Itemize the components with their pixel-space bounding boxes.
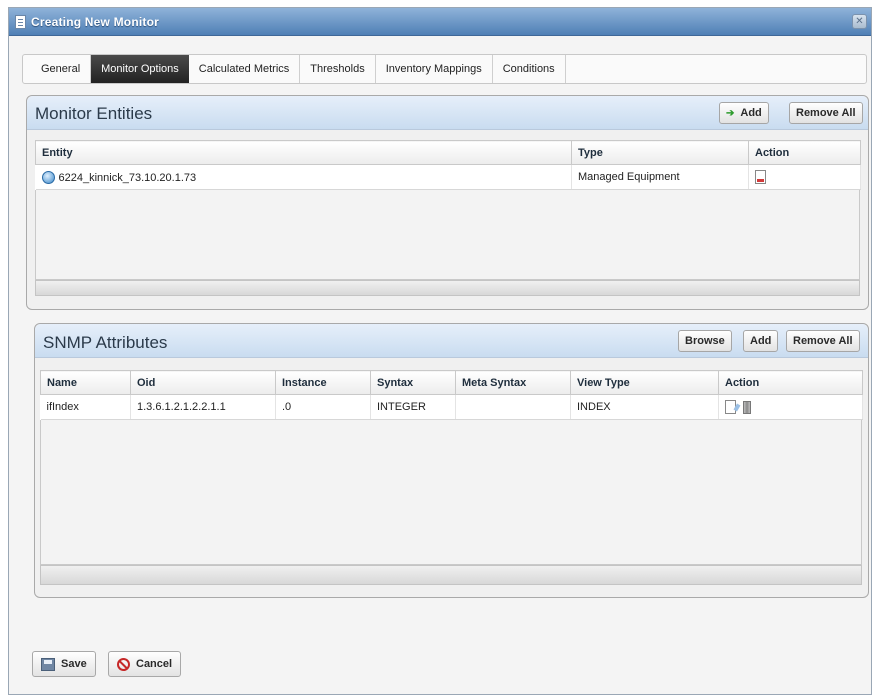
floppy-disk-icon	[41, 657, 55, 671]
edit-document-icon[interactable]	[725, 400, 736, 414]
delete-document-icon[interactable]	[755, 170, 766, 184]
creating-new-monitor-dialog: Creating New Monitor ✕ General Monitor O…	[8, 7, 872, 695]
snmp-attributes-header: SNMP Attributes Browse Add Remove All	[35, 324, 868, 358]
table-row[interactable]: ifIndex 1.3.6.1.2.1.2.2.1.1 .0 INTEGER I…	[40, 394, 863, 420]
network-device-icon	[41, 170, 55, 184]
tab-bar: General Monitor Options Calculated Metri…	[22, 54, 867, 84]
dialog-title: Creating New Monitor	[31, 14, 160, 29]
entities-empty-area	[35, 190, 860, 280]
column-header-oid[interactable]: Oid	[130, 370, 276, 395]
close-icon[interactable]: ✕	[852, 14, 867, 29]
entities-horizontal-scrollbar[interactable]	[35, 280, 860, 296]
entity-cell: 6224_kinnick_73.10.20.1.73	[35, 164, 572, 190]
column-header-view-type[interactable]: View Type	[570, 370, 719, 395]
snmp-attributes-title: SNMP Attributes	[43, 333, 168, 352]
column-header-name[interactable]: Name	[40, 370, 131, 395]
column-header-syntax[interactable]: Syntax	[370, 370, 456, 395]
remove-all-attributes-button[interactable]: Remove All	[786, 330, 860, 352]
document-icon	[15, 14, 26, 29]
attribute-instance: .0	[275, 394, 371, 420]
tab-inventory-mappings[interactable]: Inventory Mappings	[376, 55, 493, 83]
column-header-instance[interactable]: Instance	[275, 370, 371, 395]
table-row[interactable]: 6224_kinnick_73.10.20.1.73 Managed Equip…	[35, 164, 861, 190]
cancel-circle-icon	[117, 657, 130, 671]
attribute-meta-syntax	[455, 394, 571, 420]
column-header-entity[interactable]: Entity	[35, 140, 572, 165]
add-icon: ➔	[726, 107, 735, 119]
attribute-name: ifIndex	[40, 394, 131, 420]
entity-type: Managed Equipment	[571, 164, 749, 190]
attribute-action-cell	[718, 394, 863, 420]
attribute-oid: 1.3.6.1.2.1.2.2.1.1	[130, 394, 276, 420]
browse-button[interactable]: Browse	[678, 330, 732, 352]
entity-action-cell	[748, 164, 861, 190]
save-button[interactable]: Save	[32, 651, 96, 677]
attribute-view-type: INDEX	[570, 394, 719, 420]
snmp-table-header: Name Oid Instance Syntax Meta Syntax Vie…	[40, 370, 863, 395]
tab-conditions[interactable]: Conditions	[493, 55, 566, 83]
column-header-meta-syntax[interactable]: Meta Syntax	[455, 370, 571, 395]
entities-table-header: Entity Type Action	[35, 140, 861, 165]
tab-general[interactable]: General	[31, 55, 92, 83]
tab-calculated-metrics[interactable]: Calculated Metrics	[189, 55, 301, 83]
trash-icon[interactable]	[743, 400, 752, 414]
cancel-button[interactable]: Cancel	[108, 651, 182, 677]
column-header-type[interactable]: Type	[571, 140, 749, 165]
entities-table: Entity Type Action 6224_kinnick_73.10.20…	[35, 140, 861, 190]
snmp-attributes-table: Name Oid Instance Syntax Meta Syntax Vie…	[40, 370, 863, 420]
add-entity-button[interactable]: ➔ Add	[719, 102, 769, 124]
column-header-action[interactable]: Action	[748, 140, 861, 165]
monitor-entities-panel: Monitor Entities ➔ Add Remove All Entity…	[26, 95, 869, 310]
save-label: Save	[61, 658, 87, 670]
tab-thresholds[interactable]: Thresholds	[300, 55, 376, 83]
monitor-entities-title: Monitor Entities	[35, 104, 153, 123]
snmp-attributes-panel: SNMP Attributes Browse Add Remove All Na…	[34, 323, 869, 598]
monitor-entities-header: Monitor Entities ➔ Add Remove All	[27, 96, 868, 130]
attribute-syntax: INTEGER	[370, 394, 456, 420]
snmp-empty-area	[40, 420, 862, 565]
entity-name: 6224_kinnick_73.10.20.1.73	[58, 171, 197, 184]
add-attribute-button[interactable]: Add	[743, 330, 779, 352]
remove-all-entities-button[interactable]: Remove All	[789, 102, 863, 124]
add-entity-label: Add	[740, 107, 762, 119]
dialog-titlebar[interactable]: Creating New Monitor ✕	[9, 8, 871, 36]
tab-monitor-options[interactable]: Monitor Options	[91, 55, 189, 83]
column-header-action[interactable]: Action	[718, 370, 863, 395]
cancel-label: Cancel	[136, 658, 173, 670]
snmp-horizontal-scrollbar[interactable]	[40, 565, 862, 585]
